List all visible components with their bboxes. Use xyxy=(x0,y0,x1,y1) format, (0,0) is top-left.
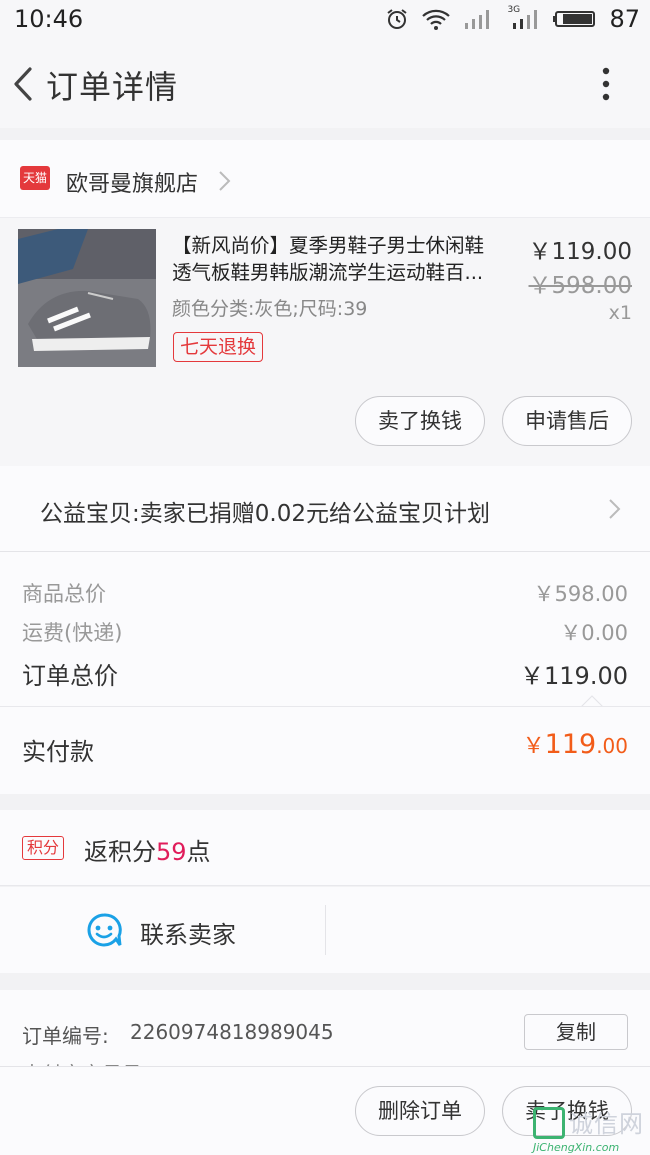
back-arrow-icon[interactable] xyxy=(10,66,36,102)
shipping-value: ￥0.00 xyxy=(560,621,628,645)
price-summary: 商品总价 ￥598.00 运费(快递) ￥0.00 订单总价 ￥119.00 实… xyxy=(0,552,650,794)
goods-total-label: 商品总价 xyxy=(22,582,106,606)
points-prefix: 返积分 xyxy=(84,838,156,866)
battery-icon xyxy=(553,11,596,27)
points-row: 积分 返积分59点 xyxy=(0,810,650,886)
signal-icon-2 xyxy=(513,10,538,29)
order-number: 2260974818989045 xyxy=(130,1020,334,1044)
product-spec: 颜色分类:灰色;尺码:39 xyxy=(172,298,368,320)
points-suffix: 点 xyxy=(186,838,211,866)
product-title[interactable]: 【新风尚价】夏季男鞋子男士休闲鞋 透气板鞋男韩版潮流学生运动鞋百... xyxy=(172,232,524,286)
delete-order-button[interactable]: 删除订单 xyxy=(355,1086,485,1136)
points-text: 返积分59点 xyxy=(84,832,211,867)
charity-text: 公益宝贝:卖家已捐赠0.02元给公益宝贝计划 xyxy=(40,501,490,527)
watermark-cn: 诚信网 xyxy=(569,1110,644,1138)
status-time: 10:46 xyxy=(14,5,84,33)
paid-integer: 119 xyxy=(544,729,597,760)
charity-row[interactable]: 公益宝贝:卖家已捐赠0.02元给公益宝贝计划 xyxy=(0,466,650,552)
paid-decimal: .00 xyxy=(596,734,628,758)
resell-button[interactable]: 卖了换钱 xyxy=(355,396,485,446)
points-badge: 积分 xyxy=(22,836,65,860)
paid-currency: ￥ xyxy=(522,734,545,759)
chat-smiley-icon[interactable] xyxy=(86,912,122,948)
watermark-logo: 诚信网 JiChengXin.com xyxy=(533,1104,650,1155)
points-count: 59 xyxy=(156,838,187,866)
order-info: 订单编号: 2260974818989045 复制 支付宝交易号: xyxy=(0,990,650,1086)
watermark-square-icon xyxy=(533,1107,565,1139)
paid-amount: ￥119.00 xyxy=(523,728,628,760)
divider xyxy=(0,706,650,707)
divider xyxy=(325,905,326,955)
shipping-label: 运费(快递) xyxy=(22,621,123,645)
status-bar: 10:46 3G 87 xyxy=(0,0,650,38)
item-price: ￥119.00 xyxy=(528,239,632,265)
goods-total-value: ￥598.00 xyxy=(533,582,628,606)
product-title-line1: 【新风尚价】夏季男鞋子男士休闲鞋 xyxy=(172,234,485,257)
battery-percent: 87 xyxy=(609,5,640,33)
tmall-logo-icon: 天猫 xyxy=(20,166,50,190)
contact-seller-button[interactable]: 联系卖家 xyxy=(140,915,236,950)
status-icons: 3G 87 xyxy=(385,4,640,34)
order-total-value: ￥119.00 xyxy=(520,662,628,690)
order-number-label: 订单编号: xyxy=(22,1024,109,1048)
product-title-line2: 透气板鞋男韩版潮流学生运动鞋百... xyxy=(172,261,484,284)
chevron-right-icon xyxy=(219,171,231,191)
contact-seller-row: 联系卖家 xyxy=(0,887,650,973)
wifi-icon xyxy=(422,9,451,30)
after-sales-button[interactable]: 申请售后 xyxy=(502,396,632,446)
signal-3g-group: 3G xyxy=(507,5,541,31)
signal-icon xyxy=(465,10,490,29)
more-vertical-icon[interactable] xyxy=(596,66,616,102)
page-title: 订单详情 xyxy=(46,68,179,106)
item-original-price: ￥598.00 xyxy=(528,273,632,299)
alarm-icon xyxy=(387,9,408,29)
order-item[interactable]: 【新风尚价】夏季男鞋子男士休闲鞋 透气板鞋男韩版潮流学生运动鞋百... 颜色分类… xyxy=(0,218,650,466)
chevron-right-icon xyxy=(609,499,621,519)
item-quantity: x1 xyxy=(608,302,632,324)
copy-order-number-button[interactable]: 复制 xyxy=(524,1014,628,1050)
order-total-label: 订单总价 xyxy=(22,662,118,690)
product-image[interactable] xyxy=(18,229,156,367)
return-policy-tag: 七天退换 xyxy=(173,332,264,362)
nav-bar: 订单详情 xyxy=(0,38,650,128)
shop-row[interactable]: 天猫 欧哥曼旗舰店 xyxy=(0,140,650,218)
paid-label: 实付款 xyxy=(22,738,94,766)
shop-name: 欧哥曼旗舰店 xyxy=(66,172,199,197)
watermark-en: JiChengXin.com xyxy=(533,1141,620,1154)
